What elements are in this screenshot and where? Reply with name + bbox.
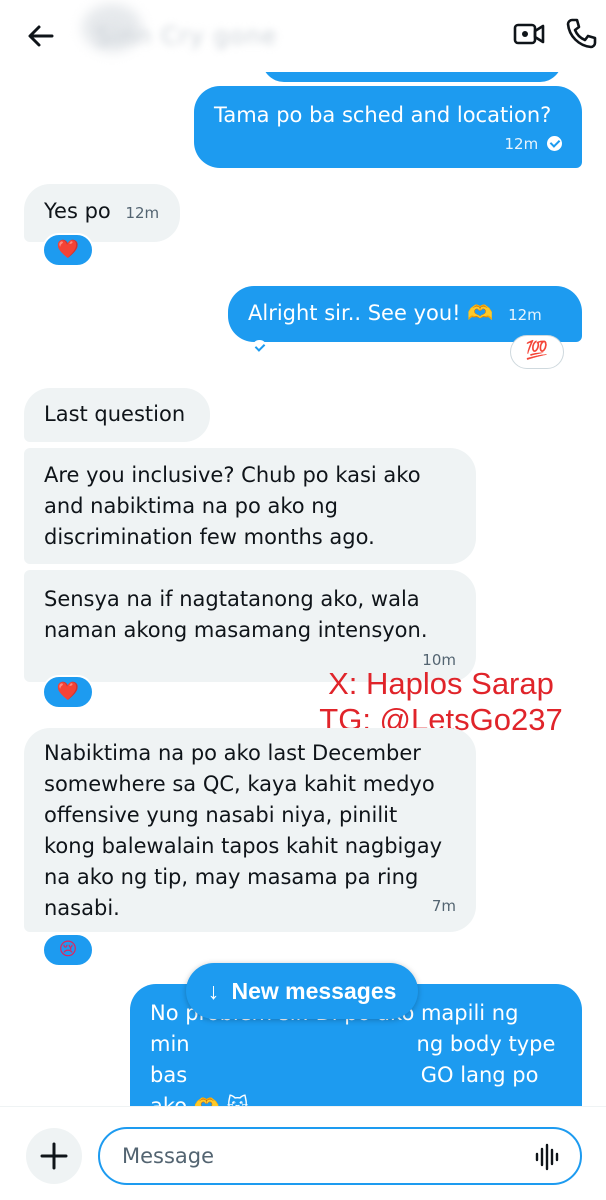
message-line: Sensya na if nagtatanong ako, wala (44, 587, 420, 611)
message-bubble-received[interactable]: Nabiktima na po ako last December somewh… (24, 728, 476, 932)
message-text: Last question (44, 402, 186, 426)
message-line: ako 🫶 😺 (150, 1094, 249, 1106)
message-bubble-sent[interactable]: Alright sir.. See you! 🫶 12m (228, 286, 582, 355)
message-bubble-received[interactable]: Last question (24, 388, 210, 442)
heart-reaction-icon[interactable]: ❤️ (42, 233, 94, 267)
message-bubble-sent[interactable]: Tama po ba sched and location? 12m (194, 86, 582, 168)
back-button[interactable] (22, 20, 58, 52)
seen-check-icon (547, 136, 562, 151)
message-text: Yes po (44, 199, 111, 223)
message-time: 7m (431, 897, 456, 915)
message-field[interactable] (98, 1127, 582, 1185)
video-call-button[interactable] (512, 18, 546, 50)
message-line: min ng body type (150, 1032, 556, 1056)
message-text: Alright sir.. See you! 🫶 (248, 301, 494, 325)
message-line: somewhere sa QC, kaya kahit medyo (44, 772, 435, 796)
heart-reaction-icon[interactable]: ❤️ (42, 675, 94, 709)
new-messages-button[interactable]: ↓ New messages (186, 963, 418, 1019)
message-bubble-received[interactable]: Are you inclusive? Chub po kasi ako and … (24, 448, 476, 564)
phone-icon (566, 18, 597, 49)
message-input[interactable] (122, 1141, 502, 1171)
arrow-left-icon (28, 25, 54, 47)
message-line: offensive yung nasabi niya, pinilit (44, 803, 398, 827)
message-thread[interactable]: Tama po ba sched and location? 12m Yes p… (0, 72, 606, 1106)
plus-icon (40, 1142, 68, 1170)
seen-check-icon (252, 340, 267, 355)
message-line: kong balewalain tapos kahit nagbigay (44, 834, 443, 858)
message-bubble-received[interactable]: Yes po 12m (24, 184, 180, 242)
message-line: discrimination few months ago. (44, 525, 375, 549)
message-meta: 12m (214, 129, 562, 160)
watermark-line: X: Haplos Sarap (328, 666, 554, 701)
phone-call-button[interactable] (564, 16, 598, 50)
message-line: Nabiktima na po ako last December (44, 741, 421, 765)
message-line: bas GO lang po (150, 1063, 539, 1087)
conversation-header: Sinn Cry gone (0, 0, 606, 72)
add-attachment-button[interactable] (26, 1128, 82, 1184)
video-call-icon (513, 23, 545, 45)
message-line: nasabi. (44, 896, 120, 920)
message-line: Are you inclusive? Chub po kasi ako (44, 463, 421, 487)
message-line: na ako ng tip, may masama pa ring (44, 865, 419, 889)
voice-waveform-icon (535, 1143, 559, 1171)
message-line: and nabiktima na po ako ng (44, 494, 338, 518)
message-text: Tama po ba sched and location? (214, 103, 552, 127)
voice-message-button[interactable] (532, 1142, 562, 1172)
message-time: 12m (504, 135, 539, 153)
contact-name[interactable]: Sinn Cry gone (96, 22, 396, 56)
message-time: 12m (508, 306, 542, 324)
message-time: 12m (125, 204, 160, 222)
arrow-down-icon: ↓ (207, 978, 220, 1004)
message-composer (0, 1106, 606, 1200)
message-bubble-partial[interactable] (262, 72, 562, 82)
hundred-reaction-icon[interactable]: 💯 (510, 335, 564, 369)
new-messages-label: New messages (231, 978, 397, 1004)
crying-reaction-icon[interactable]: 😢 (42, 933, 94, 967)
message-line: naman akong masamang intensyon. (44, 618, 428, 642)
